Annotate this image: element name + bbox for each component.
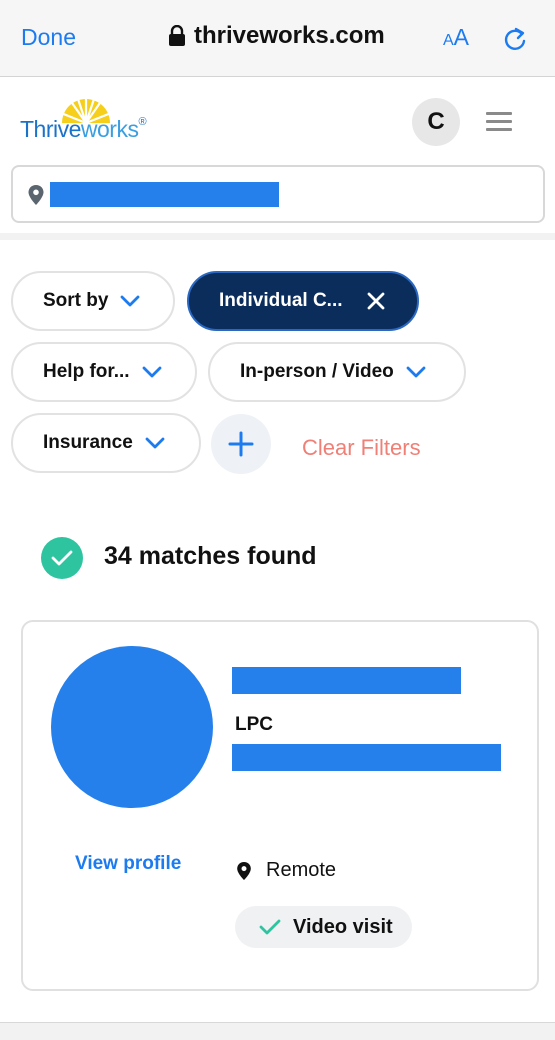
site-header: Thriveworks® C (0, 77, 555, 167)
insurance-label: Insurance (43, 432, 133, 453)
chevron-down-icon (142, 366, 161, 378)
provider-name-redacted (232, 667, 461, 694)
location-input[interactable] (11, 165, 545, 223)
thriveworks-logo[interactable]: Thriveworks® (20, 91, 160, 151)
next-card-edge (0, 1022, 555, 1040)
logo-text-thrive: Thrive (20, 116, 81, 142)
specialty-filter-label: Individual C... (219, 290, 343, 311)
visit-mode-label: In-person / Video (240, 361, 394, 382)
visit-mode-dropdown[interactable]: In-person / Video (208, 342, 466, 402)
chevron-down-icon (406, 366, 426, 378)
check-icon (41, 537, 83, 579)
map-pin-icon (28, 185, 44, 205)
help-for-dropdown[interactable]: Help for... (11, 342, 197, 402)
provider-location: Remote (266, 859, 337, 881)
chevron-down-icon (145, 437, 165, 449)
matches-count: 34 matches found (104, 542, 317, 570)
insurance-dropdown[interactable]: Insurance (11, 413, 201, 473)
sort-by-dropdown[interactable]: Sort by (11, 271, 175, 331)
reload-icon[interactable] (502, 26, 528, 52)
specialty-filter-chip[interactable]: Individual C... (187, 271, 419, 331)
text-size-small: A (443, 32, 454, 49)
text-size-button[interactable]: AA (443, 24, 469, 51)
close-icon[interactable] (367, 292, 385, 310)
video-visit-label: Video visit (293, 915, 393, 938)
done-button[interactable]: Done (21, 24, 76, 51)
map-pin-icon (237, 862, 251, 880)
menu-icon[interactable] (486, 112, 512, 132)
provider-title-redacted (232, 744, 501, 771)
provider-card[interactable]: LPC View profile Remote Video visit (21, 620, 539, 991)
address-bar[interactable]: thriveworks.com (168, 22, 385, 50)
help-for-label: Help for... (43, 361, 130, 382)
location-value-redacted (50, 182, 279, 207)
browser-bar: Done thriveworks.com AA (0, 0, 555, 77)
add-filter-button[interactable] (211, 414, 271, 474)
logo-registered-mark: ® (138, 116, 147, 128)
logo-text: Thriveworks® (20, 116, 147, 143)
clear-filters-link[interactable]: Clear Filters (302, 435, 421, 461)
provider-credential: LPC (235, 714, 273, 735)
sort-by-label: Sort by (43, 290, 109, 311)
check-icon (259, 919, 281, 935)
provider-photo-redacted (51, 646, 213, 808)
lock-icon (169, 25, 185, 46)
url-text: thriveworks.com (194, 22, 385, 49)
view-profile-link[interactable]: View profile (75, 853, 181, 875)
plus-icon (228, 431, 254, 457)
avatar[interactable]: C (412, 98, 460, 146)
chevron-down-icon (121, 295, 140, 307)
logo-text-works: works (80, 116, 139, 142)
video-visit-badge: Video visit (235, 906, 412, 948)
text-size-large: A (453, 24, 470, 50)
section-divider (0, 233, 555, 240)
